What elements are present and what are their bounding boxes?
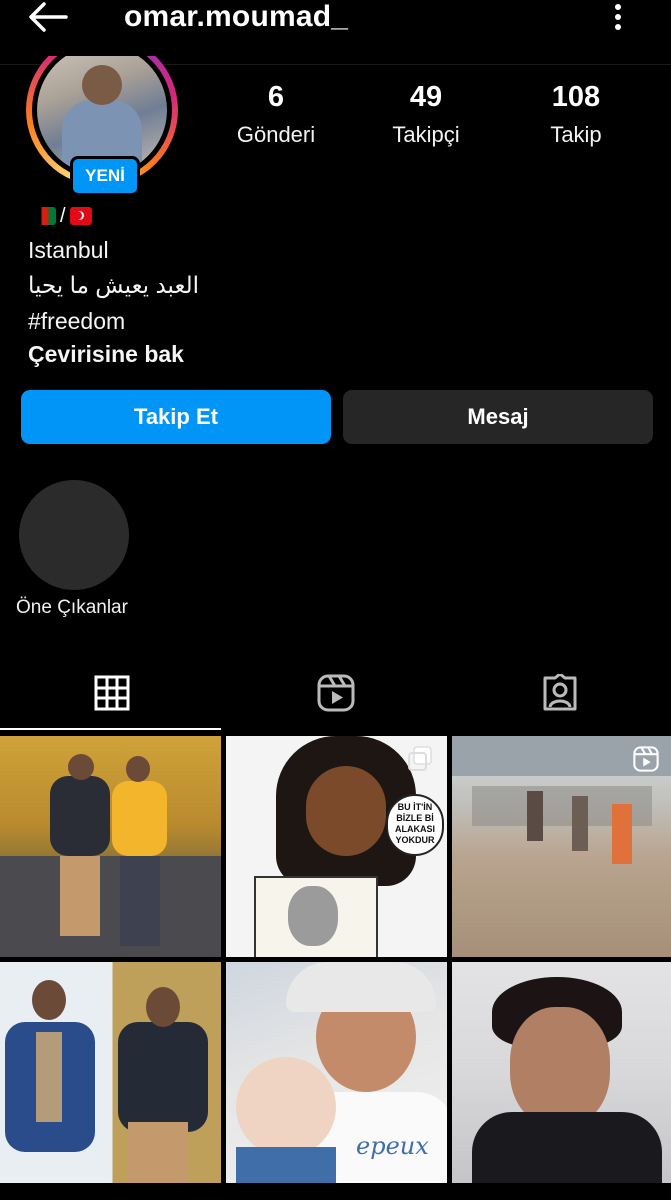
stat-posts[interactable]: 6 Gönderi bbox=[206, 80, 346, 156]
reels-icon bbox=[317, 674, 354, 712]
more-options-icon[interactable] bbox=[608, 2, 628, 32]
highlight-circle[interactable] bbox=[19, 480, 129, 590]
grid-post-4[interactable] bbox=[0, 962, 221, 1183]
follow-button[interactable]: Takip Et bbox=[21, 390, 331, 444]
new-badge: YENİ bbox=[70, 156, 140, 196]
reels-icon bbox=[633, 746, 659, 772]
back-arrow-icon[interactable] bbox=[26, 0, 70, 36]
grid-post-6[interactable] bbox=[452, 962, 671, 1183]
grid-post-1[interactable] bbox=[0, 736, 221, 957]
active-tab-indicator bbox=[0, 728, 221, 730]
following-label: Takip bbox=[550, 122, 602, 147]
tagged-icon bbox=[543, 674, 576, 711]
followers-count: 49 bbox=[409, 81, 443, 113]
shirt-text: epeux bbox=[356, 1132, 429, 1160]
highlights-label: Öne Çıkanlar bbox=[16, 597, 128, 618]
bio-flags: / bbox=[34, 205, 92, 227]
carousel-icon bbox=[408, 746, 432, 771]
profile-username: omar.moumad_ bbox=[124, 0, 349, 33]
bio-arabic-quote: العبد يعيش ما يحيا bbox=[28, 272, 199, 298]
grid-post-3-video[interactable] bbox=[452, 736, 671, 957]
grid-post-2-meme[interactable]: BU İT'İN BİZLE Bİ ALAKASI YOKDUR bbox=[226, 736, 447, 957]
grid-icon bbox=[94, 675, 129, 711]
followers-label: Takipçi bbox=[392, 122, 460, 147]
grid-post-5[interactable]: epeux bbox=[226, 962, 447, 1183]
tab-reels[interactable] bbox=[224, 660, 447, 726]
stat-followers[interactable]: 49 Takipçi bbox=[356, 80, 496, 156]
message-button[interactable]: Mesaj bbox=[343, 390, 653, 444]
posts-count: 6 bbox=[267, 81, 285, 113]
following-count: 108 bbox=[551, 81, 601, 113]
top-bar: omar.moumad_ bbox=[0, 0, 671, 64]
turkey-flag-icon bbox=[69, 207, 92, 225]
posts-label: Gönderi bbox=[236, 122, 316, 147]
flag-separator: / bbox=[60, 205, 66, 227]
afghanistan-flag-icon bbox=[34, 207, 56, 225]
meme-speech-bubble: BU İT'İN BİZLE Bİ ALAKASI YOKDUR bbox=[386, 794, 444, 856]
translate-link[interactable]: Çevirisine bak bbox=[28, 339, 184, 369]
stat-following[interactable]: 108 Takip bbox=[506, 80, 646, 156]
tab-grid[interactable] bbox=[0, 660, 223, 726]
bio-hashtag[interactable]: #freedom bbox=[28, 306, 125, 336]
bio-location: Istanbul bbox=[28, 237, 109, 263]
tab-tagged[interactable] bbox=[448, 660, 671, 726]
